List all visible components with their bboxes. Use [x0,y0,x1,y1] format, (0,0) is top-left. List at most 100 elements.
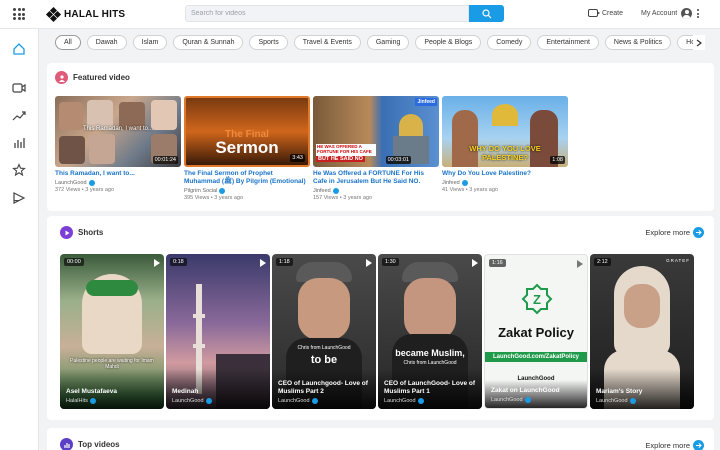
short-duration: 1:30 [382,258,399,266]
search-icon [481,8,491,18]
top-header: HALAL HITS Create My Account [0,0,720,29]
arrow-right-icon [693,440,704,450]
video-duration: 00:03:01 [385,156,411,164]
video-channel[interactable]: LaunchGood [55,180,181,186]
channel-name: Jinfeed [442,180,460,186]
channel-name: LaunchGood [55,180,87,186]
short-caption-link: LaunchGood.com/ZakatPolicy [485,352,587,362]
channel-name: LaunchGood [278,398,310,404]
chip-entertainment[interactable]: Entertainment [537,35,599,50]
video-thumbnail: This Ramadan, I want to... 00:01:24 [55,96,181,167]
short-channel: LaunchGood [384,398,424,404]
avatar-icon [681,8,693,19]
chip-comedy[interactable]: Comedy [487,35,532,50]
logo-icon [45,6,62,23]
search-input[interactable] [185,5,469,22]
short-channel: LaunchGood [491,397,531,403]
verified-icon [461,180,468,186]
home-icon[interactable] [12,42,26,56]
explore-label: Explore more [645,228,690,237]
search-button[interactable] [469,5,504,22]
play-icon [366,259,372,267]
video-meta: 372 Views • 3 years ago [55,187,114,193]
shorts-explore-more[interactable]: Explore more [645,227,704,238]
top-videos-title: Top videos [78,440,120,449]
my-account-button[interactable]: My Account [641,8,693,19]
featured-video-card[interactable]: This Ramadan, I want to... 00:01:24 This… [55,96,181,193]
svg-text:Z: Z [533,292,541,307]
featured-video-card[interactable]: HE WAS OFFERED A FORTUNE FOR HIS CAFE BU… [313,96,439,201]
short-channel: LaunchGood [278,398,318,404]
video-meta: 41 Views • 3 years ago [442,187,498,193]
chip-quran-sunnah[interactable]: Quran & Sunnah [173,35,244,50]
chip-sports[interactable]: Sports [249,35,288,50]
shorts-play-icon [60,226,73,239]
site-logo[interactable]: HALAL HITS [45,6,125,23]
thumb-caption: BUT HE SAID NO [316,156,365,162]
chip-all[interactable]: All [55,35,81,50]
trending-icon[interactable] [12,109,26,123]
short-card[interactable]: Chris from LaunchGood to be 1:18 CEO of … [272,254,376,409]
play-icon [577,260,583,268]
top-videos-header: Top videos [60,438,120,450]
create-button[interactable]: Create [588,9,623,17]
short-caption: became Muslim, [395,348,465,358]
playlist-icon[interactable] [12,191,26,205]
verified-icon [629,398,636,404]
chip-islam[interactable]: Islam [132,35,168,50]
verified-icon [90,398,97,404]
video-camera-icon[interactable] [12,81,26,95]
chip-travel-events[interactable]: Travel & Events [293,35,361,50]
video-thumbnail: HE WAS OFFERED A FORTUNE FOR HIS CAFE BU… [313,96,439,167]
channel-name: LaunchGood [596,398,628,404]
short-title: Mariam's Story [596,387,643,395]
video-channel[interactable]: Pilgrim Social [184,188,310,194]
zakat-logo: Z [521,283,553,315]
video-channel[interactable]: Jinfeed [442,180,568,186]
short-caption-small: Chris from LaunchGood [403,360,457,366]
video-title[interactable]: This Ramadan, I want to... [55,170,181,178]
search-bar [185,5,504,22]
short-card[interactable]: Z Zakat Policy LaunchGood.com/ZakatPolic… [484,254,588,409]
shorts-title: Shorts [78,228,104,237]
verified-icon [88,180,95,186]
featured-video-card[interactable]: The Final Sermon 3:43 The Final Sermon o… [184,96,310,201]
chart-icon[interactable] [12,136,26,150]
short-title: CEO of LaunchGood- Love of Muslims Part … [384,380,475,395]
top-videos-explore-more[interactable]: Explore more [645,440,704,450]
video-title[interactable]: The Final Sermon of Prophet Muhammad (ﷺ)… [184,170,310,186]
short-gradient [485,380,587,408]
short-duration: 1:16 [489,259,506,267]
video-title[interactable]: Why Do You Love Palestine? [442,170,568,178]
verified-icon [417,398,424,404]
video-meta: 395 Views • 3 years ago [184,195,243,201]
short-card[interactable]: Palestine people are waiting for Imam Ma… [60,254,164,409]
chip-people-blogs[interactable]: People & Blogs [415,35,482,50]
short-card[interactable]: GRATEF 2:12 Mariam's Story LaunchGood [590,254,694,409]
more-options-icon[interactable] [697,9,699,18]
verified-icon [524,397,531,403]
channel-name: HalalHits [66,398,89,404]
thumb-caption: PALESTINE? [481,153,529,162]
short-card[interactable]: became Muslim, Chris from LaunchGood 1:3… [378,254,482,409]
short-channel: LaunchGood [172,398,212,404]
video-create-icon [588,9,600,17]
chip-dawah[interactable]: Dawah [86,35,127,50]
short-card[interactable]: 0:18 Medinah LaunchGood [166,254,270,409]
short-caption: to be [310,354,338,366]
star-icon[interactable] [12,163,26,177]
chips-next-button[interactable] [693,35,705,50]
featured-header: Featured video [55,71,130,84]
featured-video-card[interactable]: WHY DO YOU LOVE PALESTINE? 1:08 Why Do Y… [442,96,568,193]
video-duration: 3:43 [290,154,305,162]
channel-name: LaunchGood [384,398,416,404]
video-channel[interactable]: Jinfeed [313,188,439,194]
chip-gaming[interactable]: Gaming [366,35,410,50]
chip-news-politics[interactable]: News & Politics [604,35,672,50]
video-title[interactable]: He Was Offered a FORTUNE For His Cafe in… [313,170,439,186]
apps-grid-icon[interactable] [13,8,25,20]
short-title: Medinah [172,387,199,395]
video-duration: 1:08 [550,156,565,164]
video-thumbnail: The Final Sermon 3:43 [184,96,310,167]
video-thumbnail: WHY DO YOU LOVE PALESTINE? 1:08 [442,96,568,167]
